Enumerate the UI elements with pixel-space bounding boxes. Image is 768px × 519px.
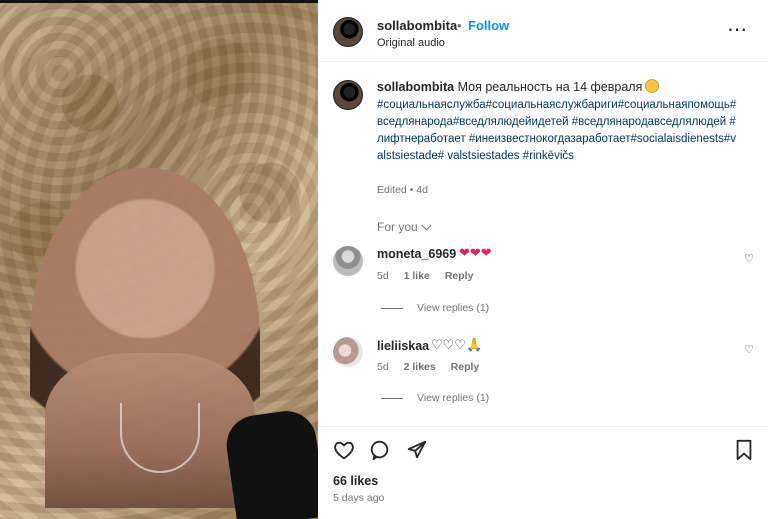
share-icon[interactable] — [405, 438, 429, 462]
comment-text-1: ❤❤❤ — [459, 245, 492, 260]
reply-button-1[interactable]: Reply — [445, 270, 474, 282]
comment-sort-dropdown[interactable]: For you — [377, 220, 432, 234]
post-media[interactable] — [0, 3, 318, 519]
author-avatar[interactable] — [333, 17, 363, 47]
comment-like-icon-1[interactable]: ♡ — [744, 252, 754, 265]
follow-button[interactable]: Follow — [468, 18, 509, 33]
comment-likes-2[interactable]: 2 likes — [404, 361, 436, 373]
heart-icon[interactable] — [332, 438, 356, 462]
comment-username-2[interactable]: lieliiskaa — [377, 339, 429, 353]
instagram-post-viewer: sollabombita • Follow Original audio ⋯ s… — [0, 0, 768, 519]
view-replies-button-2[interactable]: View replies (1) — [381, 392, 489, 404]
comment-avatar-2[interactable] — [333, 337, 363, 367]
edited-label: Edited • 4d — [377, 184, 428, 196]
caption-avatar[interactable] — [333, 80, 363, 110]
comment-username-1[interactable]: moneta_6969 — [377, 247, 456, 261]
view-replies-button-1[interactable]: View replies (1) — [381, 302, 489, 314]
smile-emoji-icon — [645, 79, 660, 93]
likes-count[interactable]: 66 likes — [333, 474, 378, 488]
comment-icon[interactable] — [368, 438, 392, 462]
caption-hashtags[interactable]: #социальнаяслужба#социальнаяслужбариги#с… — [377, 97, 737, 165]
comment-age-2: 5d — [377, 361, 389, 373]
comment-text-2: ♡♡♡🙏 — [431, 337, 483, 352]
clothing-strap — [222, 407, 318, 519]
audio-label[interactable]: Original audio — [377, 37, 445, 49]
comment-avatar-1[interactable] — [333, 246, 363, 276]
separator-dot: • — [457, 18, 462, 33]
post-actions — [318, 426, 768, 471]
post-time-ago: 5 days ago — [333, 492, 385, 504]
comment-sort-label: For you — [377, 220, 418, 234]
post-header: sollabombita • Follow Original audio ⋯ — [318, 0, 768, 62]
bookmark-icon[interactable] — [732, 438, 756, 462]
reply-button-2[interactable]: Reply — [451, 361, 480, 373]
comment-meta-2: 5d 2 likes Reply — [377, 361, 491, 373]
post-caption: sollabombita Моя реальность на 14 феврал… — [377, 79, 737, 165]
comment-meta-1: 5d 1 like Reply — [377, 270, 485, 282]
caption-username[interactable]: sollabombita — [377, 80, 454, 94]
comment-like-icon-2[interactable]: ♡ — [744, 343, 754, 356]
post-side-panel: sollabombita • Follow Original audio ⋯ s… — [318, 0, 768, 519]
more-options-icon[interactable]: ⋯ — [724, 16, 752, 44]
comment-age-1: 5d — [377, 270, 389, 282]
chevron-down-icon — [421, 220, 432, 231]
author-username[interactable]: sollabombita — [377, 18, 457, 33]
caption-text: Моя реальность на 14 февраля — [457, 80, 643, 94]
comment-likes-1[interactable]: 1 like — [404, 270, 430, 282]
